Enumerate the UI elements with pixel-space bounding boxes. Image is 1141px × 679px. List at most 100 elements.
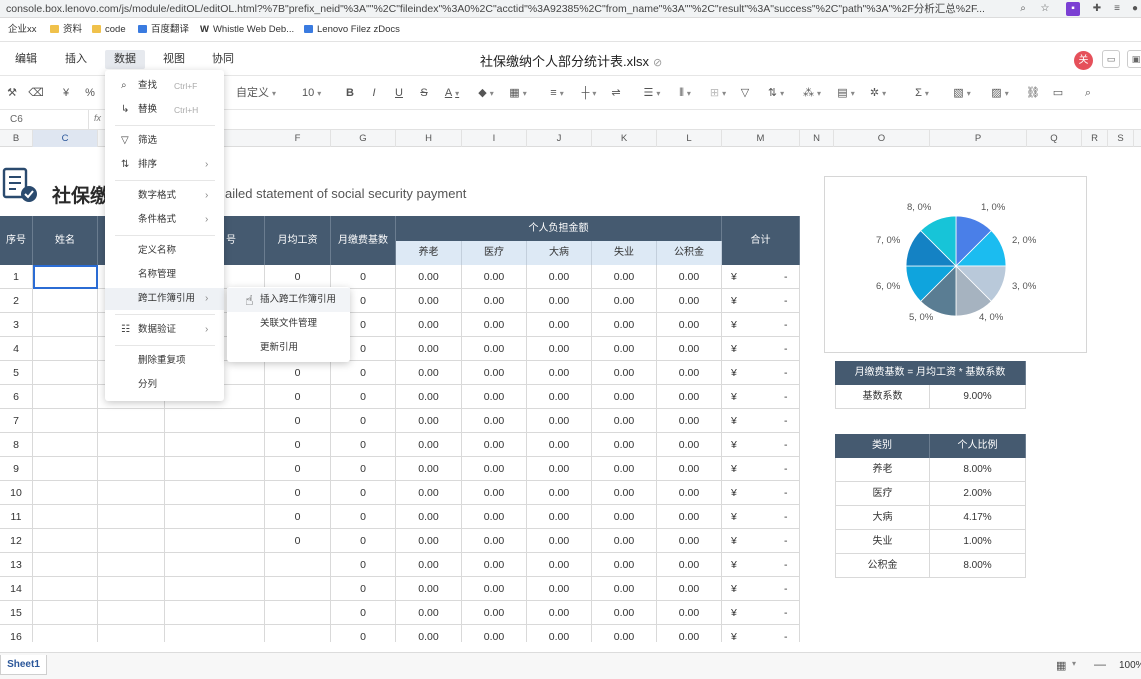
- amount-cell[interactable]: 0.00: [657, 529, 722, 553]
- table-cell[interactable]: [33, 601, 98, 625]
- zoom-level[interactable]: 100%: [1119, 660, 1141, 671]
- sheet-tab[interactable]: Sheet1: [0, 655, 47, 675]
- amount-cell[interactable]: 0.00: [396, 313, 462, 337]
- table-cell[interactable]: [165, 553, 265, 577]
- bookmark-1[interactable]: 资料: [50, 18, 82, 42]
- table-cell[interactable]: [33, 553, 98, 577]
- table-cell[interactable]: [33, 433, 98, 457]
- amount-cell[interactable]: 0.00: [527, 409, 592, 433]
- format-painter-icon[interactable]: ⚒: [4, 85, 20, 101]
- freeze-icon[interactable]: ⁂ ▾: [800, 85, 824, 101]
- bookmark-5[interactable]: Lenovo Filez zDocs: [304, 18, 400, 42]
- row-number[interactable]: 4: [0, 337, 33, 361]
- table-cell[interactable]: [33, 361, 98, 385]
- submenu-linked-files[interactable]: 关联文件管理: [227, 312, 350, 336]
- col-header-l[interactable]: L: [657, 130, 722, 147]
- amount-cell[interactable]: 0.00: [592, 409, 657, 433]
- amount-cell[interactable]: 0.00: [396, 457, 462, 481]
- row-number[interactable]: 5: [0, 361, 33, 385]
- url-text[interactable]: console.box.lenovo.com/js/module/editOL/…: [6, 0, 1006, 18]
- submenu-update-references[interactable]: 更新引用: [227, 336, 350, 360]
- menu-item-sort[interactable]: ⇅ 排序 ›: [105, 154, 224, 176]
- amount-cell[interactable]: 0.00: [527, 457, 592, 481]
- currency-button[interactable]: ¥: [58, 85, 74, 101]
- image-icon[interactable]: ▨ ▾: [988, 85, 1012, 101]
- wrap-text-icon[interactable]: ⇌: [608, 85, 624, 101]
- base-cell[interactable]: 0: [331, 529, 396, 553]
- table-cell[interactable]: [98, 553, 165, 577]
- menu-view[interactable]: 视图: [154, 50, 194, 69]
- col-header-m[interactable]: M: [722, 130, 800, 147]
- col-header-i[interactable]: I: [462, 130, 527, 147]
- row-number[interactable]: 11: [0, 505, 33, 529]
- table-cell[interactable]: [165, 601, 265, 625]
- amount-cell[interactable]: 0.00: [527, 385, 592, 409]
- base-cell[interactable]: 0: [331, 481, 396, 505]
- amount-cell[interactable]: 0.00: [396, 601, 462, 625]
- amount-cell[interactable]: 0.00: [657, 289, 722, 313]
- total-cell[interactable]: ¥ -: [722, 385, 800, 409]
- amount-cell[interactable]: 0.00: [462, 385, 527, 409]
- menu-item-data-validation[interactable]: ☷ 数据验证 ›: [105, 319, 224, 341]
- font-size-select[interactable]: 10 ▾: [302, 85, 332, 101]
- avg-wage-cell[interactable]: 0: [265, 361, 331, 385]
- amount-cell[interactable]: 0.00: [527, 313, 592, 337]
- row-number[interactable]: 15: [0, 601, 33, 625]
- row-number[interactable]: 3: [0, 313, 33, 337]
- amount-cell[interactable]: 0.00: [657, 361, 722, 385]
- avg-wage-cell[interactable]: 0: [265, 385, 331, 409]
- menu-item-text-to-columns[interactable]: 分列: [105, 374, 224, 396]
- col-header-h[interactable]: H: [396, 130, 462, 147]
- base-cell[interactable]: 0: [331, 505, 396, 529]
- amount-cell[interactable]: 0.00: [462, 481, 527, 505]
- browser-address-bar[interactable]: console.box.lenovo.com/js/module/editOL/…: [0, 0, 1141, 18]
- amount-cell[interactable]: 0.00: [657, 265, 722, 289]
- amount-cell[interactable]: 0.00: [592, 313, 657, 337]
- amount-cell[interactable]: 0.00: [527, 481, 592, 505]
- table-cell[interactable]: [98, 529, 165, 553]
- col-header-o[interactable]: O: [834, 130, 930, 147]
- table-cell[interactable]: [165, 577, 265, 601]
- menu-item-conditional-format[interactable]: 条件格式 ›: [105, 209, 224, 231]
- total-cell[interactable]: ¥ -: [722, 481, 800, 505]
- row-number[interactable]: 7: [0, 409, 33, 433]
- base-cell[interactable]: 0: [331, 433, 396, 457]
- amount-cell[interactable]: 0.00: [462, 553, 527, 577]
- amount-cell[interactable]: 0.00: [527, 505, 592, 529]
- amount-cell[interactable]: 0.00: [396, 505, 462, 529]
- align-horizontal-icon[interactable]: ≡ ▾: [545, 85, 569, 101]
- amount-cell[interactable]: 0.00: [462, 505, 527, 529]
- amount-cell[interactable]: 0.00: [592, 337, 657, 361]
- base-cell[interactable]: 0: [331, 553, 396, 577]
- amount-cell[interactable]: 0.00: [657, 625, 722, 642]
- table-cell[interactable]: [165, 505, 265, 529]
- total-cell[interactable]: ¥ -: [722, 313, 800, 337]
- col-header-k[interactable]: K: [592, 130, 657, 147]
- total-cell[interactable]: ¥ -: [722, 457, 800, 481]
- name-box[interactable]: C6: [0, 110, 89, 130]
- row-col-icon[interactable]: ☰ ▾: [640, 85, 664, 101]
- row-number[interactable]: 12: [0, 529, 33, 553]
- amount-cell[interactable]: 0.00: [396, 361, 462, 385]
- menu-item-remove-duplicates[interactable]: 删除重复项: [105, 350, 224, 372]
- col-header-s[interactable]: S: [1108, 130, 1134, 147]
- sum-button[interactable]: Σ ▾: [910, 85, 934, 101]
- table-cell[interactable]: [98, 577, 165, 601]
- avg-wage-cell[interactable]: 0: [265, 481, 331, 505]
- total-cell[interactable]: ¥ -: [722, 577, 800, 601]
- row-number[interactable]: 16: [0, 625, 33, 642]
- view-mode-icon[interactable]: ▦: [1056, 659, 1066, 672]
- bookmark-0[interactable]: 企业xx: [8, 18, 37, 42]
- base-cell[interactable]: 0: [331, 361, 396, 385]
- amount-cell[interactable]: 0.00: [527, 625, 592, 642]
- amount-cell[interactable]: 0.00: [592, 265, 657, 289]
- amount-cell[interactable]: 0.00: [396, 337, 462, 361]
- amount-cell[interactable]: 0.00: [396, 577, 462, 601]
- row-number[interactable]: 6: [0, 385, 33, 409]
- row-number[interactable]: 2: [0, 289, 33, 313]
- total-cell[interactable]: ¥ -: [722, 265, 800, 289]
- amount-cell[interactable]: 0.00: [657, 385, 722, 409]
- amount-cell[interactable]: 0.00: [657, 337, 722, 361]
- comment-insert-icon[interactable]: ▭: [1050, 85, 1066, 101]
- chart-icon[interactable]: ▧ ▾: [950, 85, 974, 101]
